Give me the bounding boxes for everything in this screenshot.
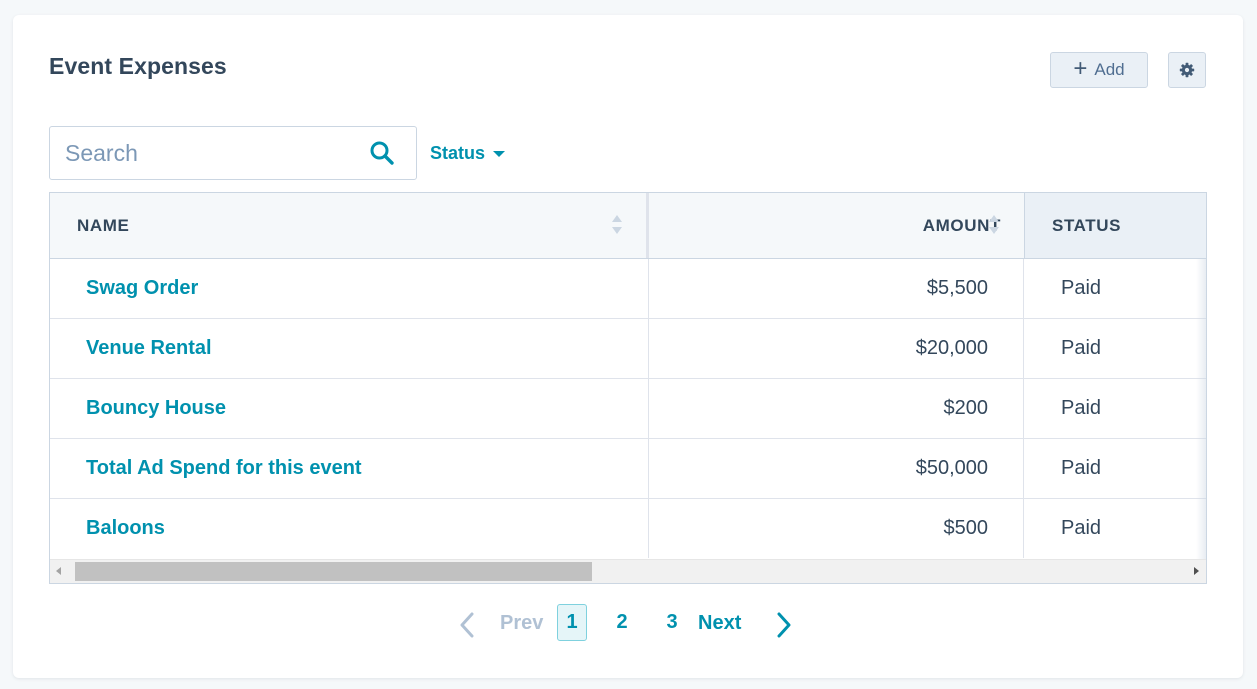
- sort-icon: [989, 215, 999, 234]
- chevron-left-icon[interactable]: [457, 611, 477, 639]
- expense-amount: $20,000: [649, 319, 1024, 378]
- expense-status: Paid: [1061, 517, 1102, 539]
- expense-status: Paid: [1061, 337, 1102, 359]
- table-row: Swag Order $5,500 Paid: [50, 259, 1206, 319]
- expense-amount: $200: [649, 379, 1024, 438]
- event-expenses-card: Event Expenses + Add Status: [13, 15, 1243, 678]
- search-input[interactable]: [50, 127, 365, 179]
- expense-status: Paid: [1061, 397, 1102, 419]
- column-header-status: STATUS: [1024, 193, 1206, 258]
- add-button[interactable]: + Add: [1050, 52, 1148, 88]
- plus-icon: +: [1073, 55, 1088, 82]
- prev-page-button[interactable]: Prev: [500, 612, 543, 635]
- expense-status: Paid: [1061, 277, 1102, 299]
- search-icon[interactable]: [369, 140, 395, 166]
- column-header-status-label: STATUS: [1052, 215, 1122, 235]
- table-row: Venue Rental $20,000 Paid: [50, 319, 1206, 379]
- gear-icon: [1179, 62, 1195, 78]
- expense-name-link[interactable]: Bouncy House: [50, 379, 649, 438]
- scrollbar-thumb[interactable]: [75, 562, 592, 581]
- scroll-left-arrow-icon[interactable]: [56, 567, 61, 575]
- pagination: Prev 1 2 3 Next: [13, 602, 1243, 646]
- search-box: [49, 126, 417, 180]
- table-body: Swag Order $5,500 Paid Venue Rental $20,…: [50, 259, 1206, 558]
- add-button-label: Add: [1094, 60, 1125, 79]
- table-row: Total Ad Spend for this event $50,000 Pa…: [50, 439, 1206, 499]
- page-3-button[interactable]: 3: [657, 604, 687, 641]
- page-2-button[interactable]: 2: [607, 604, 637, 641]
- expense-amount: $50,000: [649, 439, 1024, 498]
- table-header: NAME AMOUNT STATUS: [50, 193, 1206, 259]
- column-header-name[interactable]: NAME: [50, 193, 649, 258]
- column-header-amount[interactable]: AMOUNT: [649, 193, 1024, 258]
- chevron-right-icon[interactable]: [774, 611, 794, 639]
- expense-amount: $500: [649, 499, 1024, 558]
- status-filter-label: Status: [430, 143, 486, 163]
- table-row: Bouncy House $200 Paid: [50, 379, 1206, 439]
- scroll-right-arrow-icon[interactable]: [1194, 567, 1199, 575]
- status-filter-dropdown[interactable]: Status: [430, 143, 506, 164]
- expenses-table: NAME AMOUNT STATUS Swag Order $5,500 Pai…: [49, 192, 1207, 584]
- expense-name-link[interactable]: Swag Order: [50, 259, 649, 318]
- expense-status: Paid: [1061, 457, 1102, 479]
- caret-down-icon: [493, 151, 506, 157]
- settings-button[interactable]: [1168, 52, 1206, 88]
- table-row: Baloons $500 Paid: [50, 499, 1206, 558]
- expense-name-link[interactable]: Venue Rental: [50, 319, 649, 378]
- column-header-name-label: NAME: [77, 215, 130, 235]
- horizontal-scrollbar[interactable]: [50, 559, 1206, 583]
- expense-name-link[interactable]: Total Ad Spend for this event: [50, 439, 649, 498]
- page-1-button[interactable]: 1: [557, 604, 587, 641]
- card-title: Event Expenses: [49, 53, 227, 79]
- expense-amount: $5,500: [649, 259, 1024, 318]
- sort-icon: [612, 215, 622, 234]
- expense-name-link[interactable]: Baloons: [50, 499, 649, 558]
- next-page-button[interactable]: Next: [698, 612, 741, 635]
